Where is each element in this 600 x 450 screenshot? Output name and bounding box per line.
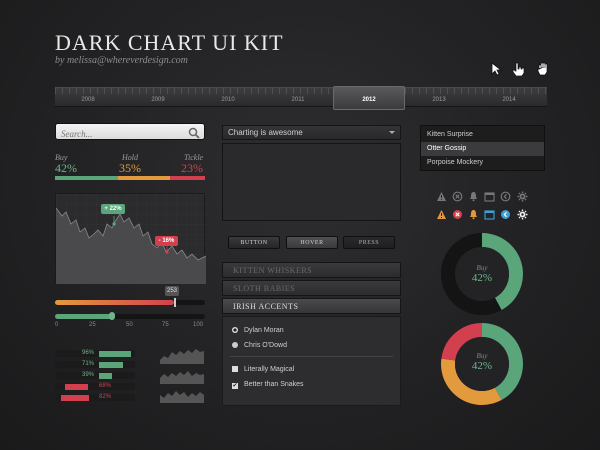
bar-row-fill bbox=[61, 395, 89, 401]
sparkline bbox=[160, 366, 204, 384]
stat-tickle-value: 23% bbox=[181, 161, 203, 175]
progress-fill-2 bbox=[55, 314, 112, 319]
scale-tick: 50 bbox=[126, 322, 133, 328]
timeline-year[interactable]: 2009 bbox=[138, 97, 178, 103]
checkbox-option[interactable]: ✔ Better than Snakes bbox=[232, 381, 304, 389]
loss-tag: - 16% bbox=[155, 236, 178, 246]
bar-row-label: 82% bbox=[99, 394, 112, 400]
gear-icon[interactable] bbox=[517, 207, 528, 220]
scale-tick: 25 bbox=[89, 322, 96, 328]
bar-row-label: 39% bbox=[82, 372, 95, 378]
timeline-year[interactable]: 2014 bbox=[489, 97, 529, 103]
progress-fill-1 bbox=[55, 300, 174, 305]
progress-track-2[interactable] bbox=[55, 314, 205, 319]
area-chart: + 22% - 16% bbox=[55, 193, 207, 284]
progress-knob-2[interactable] bbox=[109, 312, 115, 320]
back-circle-icon[interactable] bbox=[500, 207, 511, 219]
timeline-year[interactable]: 2010 bbox=[208, 97, 248, 103]
checkbox-label: Literally Magical bbox=[244, 366, 295, 373]
bar-row-bg bbox=[55, 372, 135, 379]
chart-dropdown[interactable]: Charting is awesome bbox=[222, 125, 401, 140]
bell-icon[interactable] bbox=[468, 207, 479, 220]
stat-tickle-bar bbox=[170, 176, 205, 180]
calendar-icon[interactable] bbox=[484, 207, 495, 220]
donut-2-value: 42% bbox=[471, 360, 493, 372]
search-icon[interactable] bbox=[188, 126, 200, 139]
radio-button-selected[interactable] bbox=[232, 327, 238, 333]
bar-row-fill bbox=[99, 351, 131, 357]
progress-knob-1[interactable] bbox=[173, 298, 176, 307]
gain-tag: + 22% bbox=[101, 204, 125, 214]
chevron-down-icon bbox=[389, 131, 395, 134]
timeline-year[interactable]: 2013 bbox=[419, 97, 459, 103]
warning-icon[interactable] bbox=[436, 189, 447, 201]
button-press[interactable]: PRESS bbox=[343, 236, 395, 249]
list-item[interactable]: Kitten Surprise bbox=[421, 128, 544, 142]
timeline-ticks bbox=[55, 88, 547, 94]
sparkline bbox=[160, 346, 204, 364]
scale-tick: 75 bbox=[162, 322, 169, 328]
close-circle-icon[interactable] bbox=[452, 207, 463, 219]
accordion-item-irish-accents[interactable]: IRISH ACCENTS bbox=[222, 298, 401, 314]
radio-option[interactable]: Chris O'Dowd bbox=[232, 342, 287, 349]
pointer-hand-icon bbox=[511, 62, 525, 77]
gear-icon[interactable] bbox=[517, 189, 528, 202]
radio-option[interactable]: Dylan Moran bbox=[232, 327, 284, 334]
timeline-year[interactable]: 2008 bbox=[68, 97, 108, 103]
sparkline bbox=[160, 385, 204, 403]
byline: by melissa@whereverdesign.com bbox=[55, 55, 188, 66]
radio-label: Chris O'Dowd bbox=[244, 342, 287, 349]
progress-tooltip: 253 bbox=[165, 286, 179, 296]
search-box bbox=[55, 123, 205, 142]
search-input[interactable] bbox=[56, 126, 176, 142]
grab-hand-icon bbox=[536, 62, 550, 76]
text-area[interactable] bbox=[222, 143, 401, 221]
bar-row-label: 96% bbox=[82, 350, 95, 356]
radio-button[interactable] bbox=[232, 342, 238, 348]
dropdown-value: Charting is awesome bbox=[228, 128, 303, 137]
list-item-selected[interactable]: Otter Gossip bbox=[421, 142, 544, 156]
bar-row-bg bbox=[55, 361, 135, 368]
checkbox-checked[interactable]: ✔ bbox=[232, 383, 238, 389]
stat-buy-bar bbox=[55, 176, 118, 180]
timeline-year-selected[interactable]: 2012 bbox=[349, 97, 389, 103]
stat-buy-value: 42% bbox=[55, 161, 77, 175]
area-chart-svg bbox=[55, 194, 207, 284]
stat-hold-value: 35% bbox=[119, 161, 141, 175]
bar-row-label: 71% bbox=[82, 361, 95, 367]
donut-1-value: 42% bbox=[471, 272, 493, 284]
bar-row-label: 68% bbox=[99, 383, 112, 389]
bar-row-fill bbox=[99, 362, 123, 368]
page-title: DARK CHART UI KIT bbox=[55, 30, 284, 55]
bell-icon[interactable] bbox=[468, 189, 479, 202]
warning-icon[interactable] bbox=[436, 207, 447, 219]
back-circle-icon[interactable] bbox=[500, 189, 511, 202]
checkbox-option[interactable]: Literally Magical bbox=[232, 366, 294, 373]
option-list: Kitten Surprise Otter Gossip Porpoise Mo… bbox=[420, 125, 545, 171]
bar-row-fill bbox=[65, 384, 88, 390]
donut-2-label: Buy bbox=[476, 352, 488, 360]
bar-row-fill bbox=[99, 373, 112, 379]
arrow-cursor-icon bbox=[490, 62, 504, 76]
accordion-item-sloth-babies[interactable]: SLOTH BABIES bbox=[222, 280, 401, 296]
checkbox[interactable] bbox=[232, 366, 238, 372]
close-circle-icon[interactable] bbox=[452, 189, 463, 202]
divider bbox=[230, 356, 393, 357]
timeline-year[interactable]: 2011 bbox=[278, 97, 318, 103]
button-hover[interactable]: HOVER bbox=[286, 236, 338, 249]
radio-label: Dylan Moran bbox=[244, 327, 284, 334]
list-item[interactable]: Porpoise Mockery bbox=[421, 156, 544, 170]
progress-track-1[interactable] bbox=[55, 300, 205, 305]
accordion-item-kitten-whiskers[interactable]: KITTEN WHISKERS bbox=[222, 262, 401, 278]
scale-tick: 100 bbox=[193, 322, 204, 328]
scale-tick: 0 bbox=[55, 322, 59, 328]
stat-hold-bar bbox=[118, 176, 170, 180]
button-normal[interactable]: BUTTON bbox=[228, 236, 280, 249]
checkbox-label: Better than Snakes bbox=[244, 381, 304, 388]
donut-1-label: Buy bbox=[476, 264, 488, 272]
timeline-slider[interactable]: 2008 2009 2010 2011 2012 2013 2014 bbox=[55, 86, 547, 110]
calendar-icon[interactable] bbox=[484, 189, 495, 202]
